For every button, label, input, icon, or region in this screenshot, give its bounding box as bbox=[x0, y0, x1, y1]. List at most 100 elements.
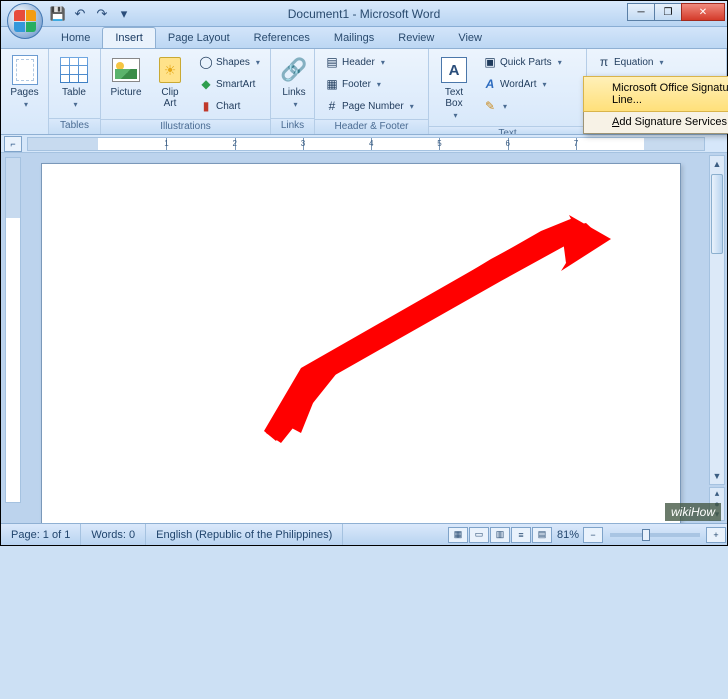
title-bar: 💾 ↶ ↷ ▾ Document1 - Microsoft Word ─ ❐ ✕ bbox=[1, 1, 727, 27]
window-controls: ─ ❐ ✕ bbox=[628, 3, 725, 21]
header-icon: ▤ bbox=[325, 55, 339, 69]
tab-home[interactable]: Home bbox=[49, 28, 102, 48]
scroll-down-icon[interactable]: ▼ bbox=[710, 468, 724, 484]
smartart-label: SmartArt bbox=[216, 79, 255, 90]
footer-button[interactable]: ▦Footer bbox=[320, 74, 423, 94]
group-label-illustrations: Illustrations bbox=[101, 119, 270, 134]
table-button[interactable]: Table bbox=[54, 52, 94, 112]
smartart-button[interactable]: ◆SmartArt bbox=[194, 74, 265, 94]
pages-button[interactable]: Pages bbox=[6, 52, 43, 112]
wordart-icon: A bbox=[483, 77, 497, 91]
status-page[interactable]: Page: 1 of 1 bbox=[1, 524, 81, 545]
status-language[interactable]: English (Republic of the Philippines) bbox=[146, 524, 343, 545]
clipart-label: Clip Art bbox=[161, 87, 178, 109]
shapes-button[interactable]: ◯Shapes bbox=[194, 52, 265, 72]
tab-references[interactable]: References bbox=[242, 28, 322, 48]
zoom-out-button[interactable]: − bbox=[583, 527, 603, 543]
undo-icon[interactable]: ↶ bbox=[71, 5, 89, 23]
zoom-in-button[interactable]: + bbox=[706, 527, 726, 543]
wordart-button[interactable]: AWordArt bbox=[478, 74, 567, 94]
close-button[interactable]: ✕ bbox=[681, 3, 725, 21]
tab-review[interactable]: Review bbox=[386, 28, 446, 48]
scroll-up-icon[interactable]: ▲ bbox=[710, 156, 724, 172]
watermark: wikiHow bbox=[665, 503, 721, 521]
chart-button[interactable]: ▮Chart bbox=[194, 96, 265, 116]
tab-insert[interactable]: Insert bbox=[102, 27, 156, 48]
clipart-button[interactable]: Clip Art bbox=[150, 52, 190, 112]
links-icon: 🔗 bbox=[279, 55, 309, 85]
view-print-layout[interactable]: ▦ bbox=[448, 527, 468, 543]
menu-ms-office-signature-line[interactable]: Microsoft Office Signature Line... bbox=[583, 76, 728, 112]
picture-label: Picture bbox=[110, 87, 141, 98]
footer-label: Footer bbox=[342, 79, 371, 90]
view-full-screen[interactable]: ▭ bbox=[469, 527, 489, 543]
tab-selector[interactable]: ⌐ bbox=[4, 136, 22, 152]
equation-button[interactable]: πEquation bbox=[592, 52, 669, 72]
prev-page-icon[interactable]: ▴ bbox=[710, 488, 724, 499]
shapes-label: Shapes bbox=[216, 57, 250, 68]
quick-access-toolbar: 💾 ↶ ↷ ▾ bbox=[49, 5, 133, 23]
textbox-icon: A bbox=[439, 55, 469, 85]
quickparts-icon: ▣ bbox=[483, 55, 497, 69]
office-logo-icon bbox=[14, 10, 36, 32]
view-outline[interactable]: ≡ bbox=[511, 527, 531, 543]
document-page[interactable] bbox=[41, 163, 681, 523]
tab-view[interactable]: View bbox=[446, 28, 494, 48]
smartart-icon: ◆ bbox=[199, 77, 213, 91]
view-web-layout[interactable]: ▥ bbox=[490, 527, 510, 543]
signature-icon: ✎ bbox=[483, 99, 497, 113]
vertical-ruler[interactable] bbox=[5, 157, 21, 503]
horizontal-ruler[interactable]: 1234567 bbox=[27, 137, 705, 151]
shapes-icon: ◯ bbox=[199, 55, 213, 69]
group-tables: Table Tables bbox=[49, 49, 101, 134]
ribbon-tabstrip: Home Insert Page Layout References Maili… bbox=[1, 27, 727, 49]
textbox-label: Text Box bbox=[445, 87, 463, 109]
signature-line-dropdown: Microsoft Office Signature Line... Add S… bbox=[583, 76, 728, 134]
pages-label: Pages bbox=[10, 87, 38, 98]
links-button[interactable]: 🔗 Links bbox=[276, 52, 312, 112]
group-links: 🔗 Links Links bbox=[271, 49, 315, 134]
maximize-button[interactable]: ❐ bbox=[654, 3, 682, 21]
group-label-text: Text bbox=[429, 126, 586, 134]
scroll-thumb[interactable] bbox=[711, 174, 723, 254]
table-icon bbox=[59, 55, 89, 85]
page-number-label: Page Number bbox=[342, 101, 404, 112]
quickparts-label: Quick Parts bbox=[500, 57, 552, 68]
group-text: A Text Box ▣Quick Parts AWordArt ✎ Text bbox=[429, 49, 587, 134]
status-words[interactable]: Words: 0 bbox=[81, 524, 146, 545]
save-icon[interactable]: 💾 bbox=[49, 5, 67, 23]
tab-page-layout[interactable]: Page Layout bbox=[156, 28, 242, 48]
table-label: Table bbox=[62, 87, 86, 98]
equation-label: Equation bbox=[614, 57, 653, 68]
group-header-footer: ▤Header ▦Footer #Page Number Header & Fo… bbox=[315, 49, 429, 134]
group-label-header-footer: Header & Footer bbox=[315, 119, 428, 134]
wordart-label: WordArt bbox=[500, 79, 537, 90]
quickparts-button[interactable]: ▣Quick Parts bbox=[478, 52, 567, 72]
textbox-button[interactable]: A Text Box bbox=[434, 52, 474, 123]
zoom-level[interactable]: 81% bbox=[553, 524, 583, 545]
header-button[interactable]: ▤Header bbox=[320, 52, 423, 72]
menu-add-signature-services[interactable]: Add Signature Services... bbox=[584, 111, 728, 133]
office-button[interactable] bbox=[7, 3, 43, 39]
ruler-bar: ⌐ 1234567 bbox=[1, 135, 727, 153]
equation-icon: π bbox=[597, 55, 611, 69]
chart-label: Chart bbox=[216, 101, 240, 112]
view-draft[interactable]: ▤ bbox=[532, 527, 552, 543]
status-bar: Page: 1 of 1 Words: 0 English (Republic … bbox=[1, 523, 727, 545]
qat-customize-icon[interactable]: ▾ bbox=[115, 5, 133, 23]
vertical-scrollbar[interactable]: ▲ ▼ bbox=[709, 155, 725, 485]
redo-icon[interactable]: ↷ bbox=[93, 5, 111, 23]
page-number-button[interactable]: #Page Number bbox=[320, 96, 423, 116]
group-label-links: Links bbox=[271, 118, 314, 134]
clipart-icon bbox=[155, 55, 185, 85]
footer-icon: ▦ bbox=[325, 77, 339, 91]
signature-line-button[interactable]: ✎ bbox=[478, 96, 567, 116]
group-illustrations: Picture Clip Art ◯Shapes ◆SmartArt ▮Char… bbox=[101, 49, 271, 134]
pages-icon bbox=[10, 55, 40, 85]
minimize-button[interactable]: ─ bbox=[627, 3, 655, 21]
links-label: Links bbox=[282, 87, 305, 98]
tab-mailings[interactable]: Mailings bbox=[322, 28, 386, 48]
zoom-slider[interactable] bbox=[610, 533, 700, 537]
chart-icon: ▮ bbox=[199, 99, 213, 113]
picture-button[interactable]: Picture bbox=[106, 52, 146, 101]
